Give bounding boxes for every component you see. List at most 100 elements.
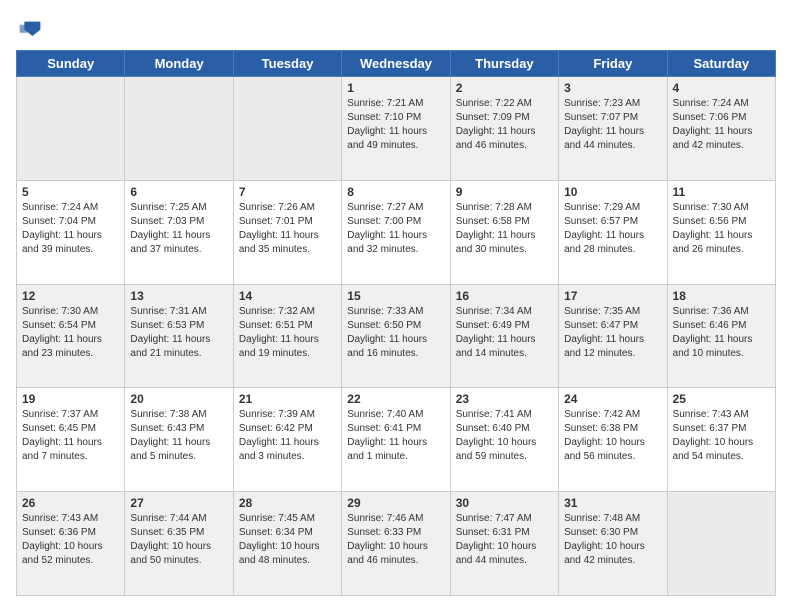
calendar-cell: 4 Sunrise: 7:24 AM Sunset: 7:06 PM Daylig… xyxy=(667,77,775,181)
day-info: Sunrise: 7:31 AM Sunset: 6:53 PM Dayligh… xyxy=(130,305,227,361)
day-number: 3 xyxy=(564,81,661,95)
page: SundayMondayTuesdayWednesdayThursdayFrid… xyxy=(0,0,792,612)
day-number: 12 xyxy=(22,289,119,303)
day-info: Sunrise: 7:21 AM Sunset: 7:10 PM Dayligh… xyxy=(347,97,444,153)
day-info: Sunrise: 7:25 AM Sunset: 7:03 PM Dayligh… xyxy=(130,201,227,257)
day-info: Sunrise: 7:43 AM Sunset: 6:36 PM Dayligh… xyxy=(22,512,119,568)
calendar-cell: 31 Sunrise: 7:48 AM Sunset: 6:30 PM Dayli… xyxy=(559,492,667,596)
day-info: Sunrise: 7:24 AM Sunset: 7:06 PM Dayligh… xyxy=(673,97,770,153)
day-number: 19 xyxy=(22,392,119,406)
logo-icon xyxy=(18,16,42,40)
day-info: Sunrise: 7:48 AM Sunset: 6:30 PM Dayligh… xyxy=(564,512,661,568)
day-number: 4 xyxy=(673,81,770,95)
day-number: 27 xyxy=(130,496,227,510)
logo xyxy=(16,16,42,40)
day-info: Sunrise: 7:27 AM Sunset: 7:00 PM Dayligh… xyxy=(347,201,444,257)
calendar-cell: 3 Sunrise: 7:23 AM Sunset: 7:07 PM Daylig… xyxy=(559,77,667,181)
day-number: 10 xyxy=(564,185,661,199)
weekday-header-row: SundayMondayTuesdayWednesdayThursdayFrid… xyxy=(17,51,776,77)
calendar-cell: 20 Sunrise: 7:38 AM Sunset: 6:43 PM Dayli… xyxy=(125,388,233,492)
day-number: 31 xyxy=(564,496,661,510)
weekday-header-thursday: Thursday xyxy=(450,51,558,77)
calendar-cell: 8Sunrise: 7:27 AM Sunset: 7:00 PM Daylig… xyxy=(342,180,450,284)
day-info: Sunrise: 7:40 AM Sunset: 6:41 PM Dayligh… xyxy=(347,408,444,464)
weekday-header-wednesday: Wednesday xyxy=(342,51,450,77)
day-number: 18 xyxy=(673,289,770,303)
day-number: 14 xyxy=(239,289,336,303)
day-number: 13 xyxy=(130,289,227,303)
day-number: 2 xyxy=(456,81,553,95)
calendar-cell: 1Sunrise: 7:21 AM Sunset: 7:10 PM Daylig… xyxy=(342,77,450,181)
calendar-row-1: 5Sunrise: 7:24 AM Sunset: 7:04 PM Daylig… xyxy=(17,180,776,284)
calendar-cell: 13 Sunrise: 7:31 AM Sunset: 6:53 PM Dayli… xyxy=(125,284,233,388)
calendar-cell: 25 Sunrise: 7:43 AM Sunset: 6:37 PM Dayli… xyxy=(667,388,775,492)
day-info: Sunrise: 7:33 AM Sunset: 6:50 PM Dayligh… xyxy=(347,305,444,361)
calendar-cell: 23 Sunrise: 7:41 AM Sunset: 6:40 PM Dayli… xyxy=(450,388,558,492)
calendar-cell: 28Sunrise: 7:45 AM Sunset: 6:34 PM Dayli… xyxy=(233,492,341,596)
day-info: Sunrise: 7:43 AM Sunset: 6:37 PM Dayligh… xyxy=(673,408,770,464)
calendar-cell: 15 Sunrise: 7:33 AM Sunset: 6:50 PM Dayli… xyxy=(342,284,450,388)
calendar-cell: 18 Sunrise: 7:36 AM Sunset: 6:46 PM Dayli… xyxy=(667,284,775,388)
calendar-cell: 27 Sunrise: 7:44 AM Sunset: 6:35 PM Dayli… xyxy=(125,492,233,596)
weekday-header-tuesday: Tuesday xyxy=(233,51,341,77)
day-number: 20 xyxy=(130,392,227,406)
weekday-header-friday: Friday xyxy=(559,51,667,77)
day-number: 28 xyxy=(239,496,336,510)
calendar-row-4: 26 Sunrise: 7:43 AM Sunset: 6:36 PM Dayli… xyxy=(17,492,776,596)
calendar-row-0: 1Sunrise: 7:21 AM Sunset: 7:10 PM Daylig… xyxy=(17,77,776,181)
day-info: Sunrise: 7:46 AM Sunset: 6:33 PM Dayligh… xyxy=(347,512,444,568)
calendar-cell: 14 Sunrise: 7:32 AM Sunset: 6:51 PM Dayli… xyxy=(233,284,341,388)
day-info: Sunrise: 7:30 AM Sunset: 6:56 PM Dayligh… xyxy=(673,201,770,257)
calendar-table: SundayMondayTuesdayWednesdayThursdayFrid… xyxy=(16,50,776,596)
day-info: Sunrise: 7:34 AM Sunset: 6:49 PM Dayligh… xyxy=(456,305,553,361)
day-info: Sunrise: 7:32 AM Sunset: 6:51 PM Dayligh… xyxy=(239,305,336,361)
day-info: Sunrise: 7:44 AM Sunset: 6:35 PM Dayligh… xyxy=(130,512,227,568)
day-number: 24 xyxy=(564,392,661,406)
weekday-header-saturday: Saturday xyxy=(667,51,775,77)
day-info: Sunrise: 7:38 AM Sunset: 6:43 PM Dayligh… xyxy=(130,408,227,464)
calendar-cell: 6 Sunrise: 7:25 AM Sunset: 7:03 PM Daylig… xyxy=(125,180,233,284)
day-info: Sunrise: 7:29 AM Sunset: 6:57 PM Dayligh… xyxy=(564,201,661,257)
day-number: 30 xyxy=(456,496,553,510)
day-info: Sunrise: 7:22 AM Sunset: 7:09 PM Dayligh… xyxy=(456,97,553,153)
calendar-row-3: 19 Sunrise: 7:37 AM Sunset: 6:45 PM Dayli… xyxy=(17,388,776,492)
calendar-cell: 10 Sunrise: 7:29 AM Sunset: 6:57 PM Dayli… xyxy=(559,180,667,284)
calendar-cell: 11Sunrise: 7:30 AM Sunset: 6:56 PM Dayli… xyxy=(667,180,775,284)
day-number: 17 xyxy=(564,289,661,303)
calendar-cell xyxy=(125,77,233,181)
calendar-cell: 12Sunrise: 7:30 AM Sunset: 6:54 PM Dayli… xyxy=(17,284,125,388)
day-info: Sunrise: 7:41 AM Sunset: 6:40 PM Dayligh… xyxy=(456,408,553,464)
calendar-cell: 30 Sunrise: 7:47 AM Sunset: 6:31 PM Dayli… xyxy=(450,492,558,596)
day-number: 6 xyxy=(130,185,227,199)
day-number: 21 xyxy=(239,392,336,406)
day-number: 23 xyxy=(456,392,553,406)
calendar-cell: 24Sunrise: 7:42 AM Sunset: 6:38 PM Dayli… xyxy=(559,388,667,492)
day-info: Sunrise: 7:36 AM Sunset: 6:46 PM Dayligh… xyxy=(673,305,770,361)
calendar-cell: 16Sunrise: 7:34 AM Sunset: 6:49 PM Dayli… xyxy=(450,284,558,388)
calendar-cell: 2 Sunrise: 7:22 AM Sunset: 7:09 PM Daylig… xyxy=(450,77,558,181)
day-info: Sunrise: 7:28 AM Sunset: 6:58 PM Dayligh… xyxy=(456,201,553,257)
day-number: 5 xyxy=(22,185,119,199)
day-number: 9 xyxy=(456,185,553,199)
header xyxy=(16,16,776,40)
day-info: Sunrise: 7:47 AM Sunset: 6:31 PM Dayligh… xyxy=(456,512,553,568)
weekday-header-sunday: Sunday xyxy=(17,51,125,77)
calendar-cell: 29 Sunrise: 7:46 AM Sunset: 6:33 PM Dayli… xyxy=(342,492,450,596)
day-info: Sunrise: 7:35 AM Sunset: 6:47 PM Dayligh… xyxy=(564,305,661,361)
calendar-cell xyxy=(233,77,341,181)
day-number: 15 xyxy=(347,289,444,303)
day-number: 22 xyxy=(347,392,444,406)
day-info: Sunrise: 7:37 AM Sunset: 6:45 PM Dayligh… xyxy=(22,408,119,464)
day-number: 7 xyxy=(239,185,336,199)
calendar-cell: 9 Sunrise: 7:28 AM Sunset: 6:58 PM Daylig… xyxy=(450,180,558,284)
calendar-cell xyxy=(17,77,125,181)
calendar-cell: 17 Sunrise: 7:35 AM Sunset: 6:47 PM Dayli… xyxy=(559,284,667,388)
day-number: 25 xyxy=(673,392,770,406)
calendar-row-2: 12Sunrise: 7:30 AM Sunset: 6:54 PM Dayli… xyxy=(17,284,776,388)
calendar-cell: 5Sunrise: 7:24 AM Sunset: 7:04 PM Daylig… xyxy=(17,180,125,284)
day-info: Sunrise: 7:39 AM Sunset: 6:42 PM Dayligh… xyxy=(239,408,336,464)
day-number: 29 xyxy=(347,496,444,510)
day-number: 26 xyxy=(22,496,119,510)
day-info: Sunrise: 7:26 AM Sunset: 7:01 PM Dayligh… xyxy=(239,201,336,257)
day-info: Sunrise: 7:23 AM Sunset: 7:07 PM Dayligh… xyxy=(564,97,661,153)
